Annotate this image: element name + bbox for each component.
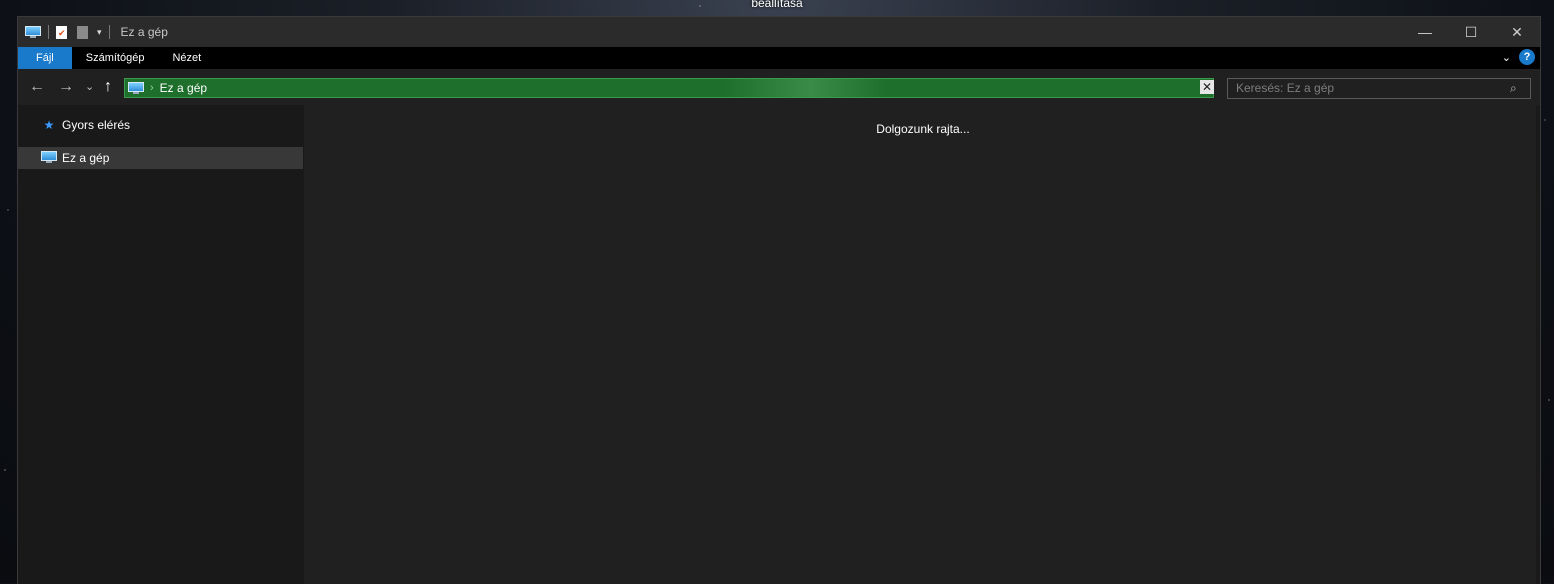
chevron-down-icon[interactable]: ⌄ (1502, 51, 1511, 64)
up-icon[interactable]: ↑ (104, 78, 112, 96)
title-bar[interactable]: ✔ ▾ Ez a gép — ☐ ✕ (18, 17, 1540, 47)
properties-icon[interactable]: ✔ (56, 25, 67, 39)
computer-icon (41, 150, 57, 166)
separator (108, 25, 110, 39)
content-pane: Dolgozunk rajta... (306, 105, 1540, 584)
scrollbar[interactable] (1536, 105, 1540, 584)
search-input[interactable]: Keresés: Ez a gép (1227, 78, 1531, 99)
tab-computer[interactable]: Számítógép (72, 47, 159, 69)
sidebar-item-label: Ez a gép (62, 151, 110, 165)
breadcrumb-separator: › (150, 82, 154, 94)
desktop-label: beállítása (751, 0, 803, 10)
recent-locations-icon[interactable]: ⌄ (85, 80, 94, 93)
sidebar-item-label: Gyors elérés (62, 118, 131, 132)
window-title: Ez a gép (120, 25, 168, 39)
search-icon[interactable]: ⌕ (1510, 81, 1517, 96)
separator (48, 25, 49, 39)
forward-icon[interactable]: → (58, 78, 74, 96)
close-button[interactable]: ✕ (1494, 17, 1540, 47)
loading-status: Dolgozunk rajta... (876, 122, 970, 136)
back-icon[interactable]: ← (29, 78, 45, 96)
quick-access-toolbar: ✔ ▾ Ez a gép (18, 25, 168, 39)
maximize-button[interactable]: ☐ (1448, 17, 1494, 47)
file-explorer-window: ✔ ▾ Ez a gép — ☐ ✕ Fájl Számítógép Nézet… (17, 16, 1541, 584)
help-button[interactable]: ? (1519, 49, 1535, 65)
computer-icon (128, 82, 144, 94)
breadcrumb-this-pc[interactable]: Ez a gép (160, 81, 207, 95)
ribbon-tabs: Fájl Számítógép Nézet ⌄ ? (18, 47, 1540, 69)
address-bar[interactable]: › Ez a gép ⌄ (124, 78, 1214, 98)
customize-qat-icon[interactable]: ▾ (97, 27, 102, 38)
minimize-button[interactable]: — (1402, 17, 1448, 47)
navigation-pane: ★ Gyors elérés Ez a gép (18, 105, 304, 584)
new-folder-icon[interactable] (77, 25, 88, 39)
star-icon: ★ (43, 118, 55, 132)
sidebar-item-quick-access[interactable]: ★ Gyors elérés (18, 114, 303, 136)
computer-icon (25, 26, 41, 38)
tab-view[interactable]: Nézet (158, 47, 215, 69)
sidebar-item-this-pc[interactable]: Ez a gép (18, 147, 303, 169)
clear-address-icon[interactable]: ✕ (1200, 80, 1214, 94)
tab-file[interactable]: Fájl (18, 47, 72, 69)
address-row: ← → ⌄ ↑ › Ez a gép ⌄ ✕ Keresés: Ez a gép… (18, 69, 1540, 105)
